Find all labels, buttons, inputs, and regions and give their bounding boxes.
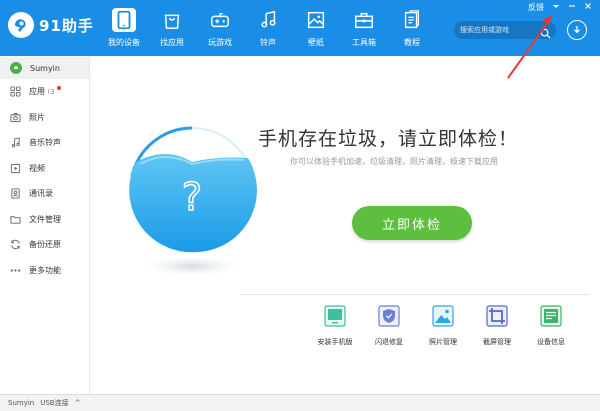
camera-icon [10,112,21,122]
sidebar-item-label: 更多功能 [29,265,61,275]
status-expand-caret[interactable]: ^ [75,399,81,407]
tab-games[interactable]: 玩游戏 [196,0,244,56]
device-info-icon [540,305,562,327]
apps-count: (3 [47,88,55,97]
search-icon[interactable] [540,24,551,43]
window-controls: 反馈 [528,2,592,13]
main-nav: 我的设备 找应用 玩游戏 铃声 壁纸 工具箱 教程 [100,0,436,56]
page-headline: 手机存在垃圾，请立即体检！ [258,128,519,150]
crop-icon [486,305,508,327]
toolbox-icon [352,8,376,32]
app-name: 91助手 [39,16,94,35]
close-icon[interactable] [584,2,592,13]
tab-wallpapers[interactable]: 壁纸 [292,0,340,56]
tab-label: 玩游戏 [208,38,232,47]
gamepad-icon [208,8,232,32]
sidebar-item-label: 视频 [29,163,45,173]
menu-dropdown-icon[interactable] [552,2,560,13]
notification-dot [56,86,61,91]
tablet-icon [112,8,136,32]
junk-globe-illustration: ? [129,126,257,276]
main-content: ? 手机存在垃圾，请立即体检！ 你可以体验手机加速，垃圾清理，照片清理，极速下载… [90,56,600,394]
search-input[interactable] [460,23,540,37]
tool-label: 安装手机版 [317,338,353,346]
tab-label: 教程 [404,38,420,47]
sidebar-item-more[interactable]: 更多功能 [0,258,89,284]
tool-shortcuts: 安装手机版 闪退修复 照片管理 截屏管理 设备信息 [308,304,578,347]
grid-icon [10,86,21,97]
tool-crash-repair[interactable]: 闪退修复 [362,304,416,347]
sidebar-item-music[interactable]: 音乐铃声 [0,130,89,156]
feedback-link[interactable]: 反馈 [528,2,544,13]
tab-label: 工具箱 [352,38,376,47]
tab-label: 壁纸 [308,38,324,47]
tab-toolbox[interactable]: 工具箱 [340,0,388,56]
sidebar-item-video[interactable]: 视频 [0,156,89,182]
tool-screenshot-manage[interactable]: 截屏管理 [470,304,524,347]
sidebar-item-label: 备份还原 [29,240,61,250]
section-divider [240,294,590,295]
sidebar-item-label: 应用 [29,87,45,97]
sidebar-item-label: 照片 [29,112,45,122]
video-icon [10,163,21,173]
download-manager-button[interactable] [567,20,587,40]
search-box [454,21,556,39]
tab-ringtones[interactable]: 铃声 [244,0,292,56]
install-phone-icon [324,305,346,327]
sidebar-item-label: 通讯录 [29,189,53,199]
sidebar-item-files[interactable]: 文件管理 [0,207,89,233]
sidebar-item-apps[interactable]: 应用 (3 [0,79,89,105]
check-now-button[interactable]: 立即体检 [352,206,472,240]
tool-label: 照片管理 [429,338,457,346]
sidebar-item-label: 文件管理 [29,214,61,224]
folder-icon [10,216,21,224]
music-note-icon [256,8,280,32]
status-connection: USB连接 [40,399,69,407]
image-icon [304,8,328,32]
page-subline: 你可以体验手机加速，垃圾清理，照片清理，极速下载应用 [290,157,498,166]
refresh-icon [11,240,20,250]
bag-icon [160,8,184,32]
sidebar-item-contacts[interactable]: 通讯录 [0,181,89,207]
contacts-icon [11,188,20,199]
tab-find-apps[interactable]: 找应用 [148,0,196,56]
tool-install-phone[interactable]: 安装手机版 [308,304,362,347]
device-name: Sumyin [30,63,60,73]
sidebar-item-backup[interactable]: 备份还原 [0,232,89,258]
tool-label: 设备信息 [537,338,565,346]
photo-manage-icon [432,305,454,327]
tab-tutorials[interactable]: 教程 [388,0,436,56]
tab-my-device[interactable]: 我的设备 [100,0,148,56]
tab-label: 我的设备 [108,38,140,47]
tool-photo-manage[interactable]: 照片管理 [416,304,470,347]
sidebar: Sumyin 应用 (3 照片 音乐铃声 视频 通讯录 文件管理 备份还原 更多… [0,56,90,394]
minimize-icon[interactable] [568,2,576,13]
tab-label: 铃声 [260,38,276,47]
tool-label: 截屏管理 [483,338,511,346]
tab-label: 找应用 [160,38,184,47]
tool-device-info[interactable]: 设备信息 [524,304,578,347]
shield-repair-icon [378,305,400,327]
music-icon [11,137,20,148]
tool-label: 闪退修复 [375,338,403,346]
app-logo[interactable]: 91助手 [8,12,94,38]
question-mark: ? [182,175,202,219]
more-icon [10,269,21,272]
sidebar-item-label: 音乐铃声 [29,138,61,148]
android-icon [10,62,22,74]
logo-mark-icon [8,12,34,38]
sidebar-item-photos[interactable]: 照片 [0,105,89,131]
status-bar: Sumyin USB连接 ^ [0,394,600,411]
top-header: 91助手 我的设备 找应用 玩游戏 铃声 壁纸 工具箱 教程 反馈 搜索应用或游… [0,0,600,56]
book-icon [400,8,424,32]
download-icon [574,26,580,34]
status-device-name: Sumyin [8,399,35,407]
device-selector[interactable]: Sumyin [0,57,89,79]
